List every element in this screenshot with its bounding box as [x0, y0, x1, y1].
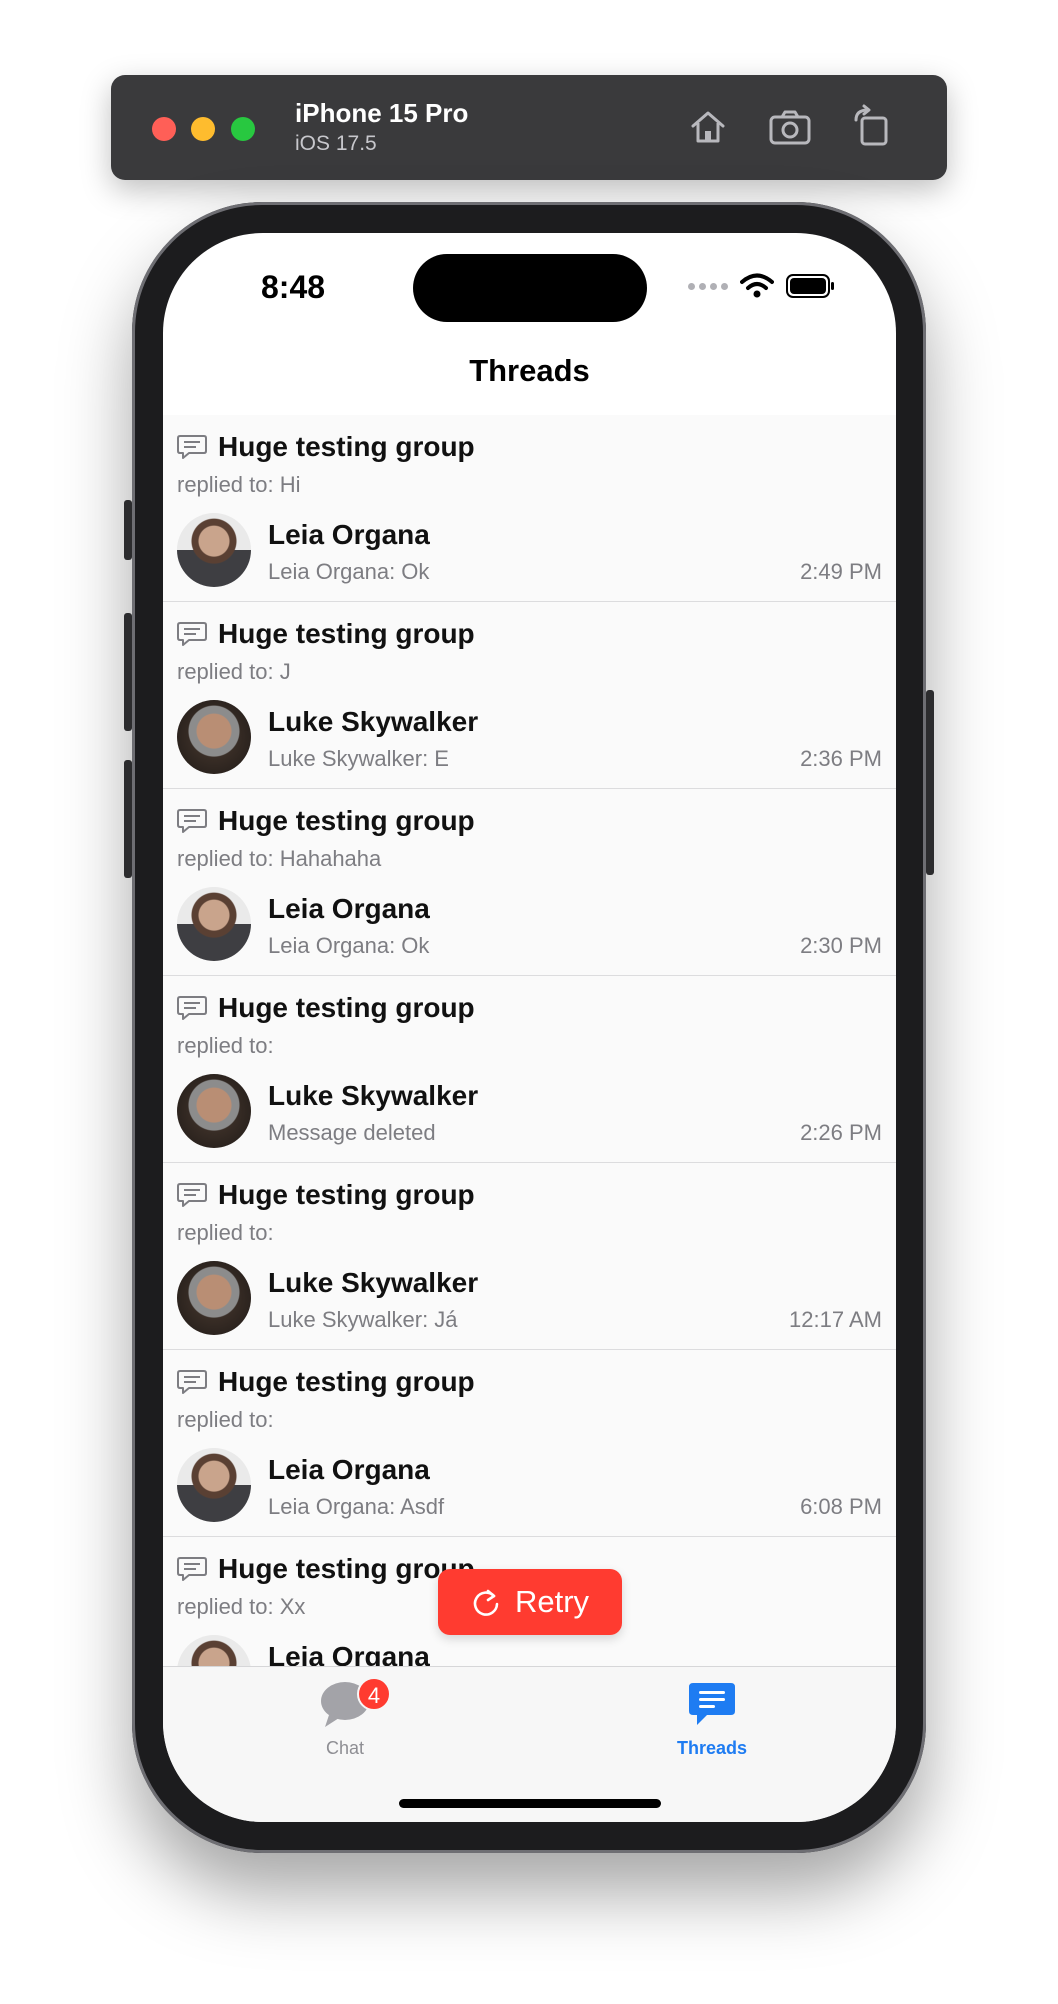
thread-group-name: Huge testing group	[218, 805, 475, 836]
thread-author: Leia Organa	[268, 1454, 430, 1485]
thread-last-message: Luke Skywalker: E	[268, 746, 449, 771]
thread-group-name: Huge testing group	[218, 1366, 475, 1397]
thread-timestamp: 6:08 PM	[800, 1494, 882, 1519]
phone-screen: 8:48 Threads Huge testing group replied t…	[163, 233, 896, 1822]
volume-down-button	[124, 760, 132, 878]
thread-row[interactable]: Huge testing group replied to: Hi Leia Org…	[163, 415, 896, 602]
device-name: iPhone 15 Pro	[295, 98, 469, 128]
thread-icon	[177, 995, 207, 1021]
avatar	[177, 1261, 251, 1335]
thread-group-name: Huge testing group	[218, 431, 475, 462]
thread-icon	[177, 1369, 207, 1395]
thread-list[interactable]: Huge testing group replied to: Hi Leia Org…	[163, 415, 896, 1666]
thread-replied-to: replied to:	[177, 1407, 274, 1432]
thread-last-message: Luke Skywalker: Já	[268, 1307, 458, 1332]
avatar	[177, 513, 251, 587]
thread-icon	[177, 621, 207, 647]
thread-last-message: Message deleted	[268, 1120, 436, 1145]
dynamic-island	[413, 254, 647, 322]
thread-last-message: Leia Organa: Ok	[268, 933, 430, 958]
tab-threads-label: Threads	[676, 1738, 748, 1758]
thread-group-name: Huge testing group	[218, 618, 475, 649]
thread-icon	[177, 434, 207, 460]
tab-threads[interactable]: Threads	[652, 1679, 772, 1759]
thread-author: Leia Organa	[268, 1641, 430, 1666]
volume-up-button	[124, 613, 132, 731]
retry-label: Retry	[514, 1584, 590, 1619]
camera-icon	[769, 110, 811, 145]
home-button[interactable]	[683, 102, 733, 152]
thread-replied-to: replied to:	[177, 1220, 274, 1245]
thread-author: Luke Skywalker	[268, 1080, 479, 1111]
thread-author: Luke Skywalker	[268, 1267, 479, 1298]
thread-row[interactable]: Huge testing group replied to: Luke Skywal…	[163, 1163, 896, 1350]
avatar	[177, 1635, 251, 1666]
thread-author: Leia Organa	[268, 893, 430, 924]
minimize-window-button[interactable]	[191, 117, 215, 141]
wifi-icon	[740, 273, 774, 298]
thread-timestamp: 2:36 PM	[800, 746, 882, 771]
power-button	[926, 690, 934, 875]
thread-icon	[177, 808, 207, 834]
avatar	[177, 887, 251, 961]
thread-timestamp: 2:30 PM	[800, 933, 882, 958]
thread-timestamp: 12:17 AM	[789, 1307, 882, 1332]
zoom-window-button[interactable]	[231, 117, 255, 141]
thread-row[interactable]: Huge testing group replied to: Luke Skywal…	[163, 976, 896, 1163]
thread-author: Leia Organa	[268, 519, 430, 550]
thread-row[interactable]: Huge testing group replied to: J Luke Skyw…	[163, 602, 896, 789]
thread-replied-to: replied to: J	[177, 659, 291, 684]
thread-timestamp: 2:49 PM	[800, 559, 882, 584]
retry-button[interactable]: Retry	[438, 1569, 622, 1635]
refresh-icon	[473, 1589, 499, 1616]
rotate-icon	[854, 104, 888, 146]
home-indicator	[399, 1799, 661, 1808]
thread-last-message: Leia Organa: Ok	[268, 559, 430, 584]
unread-badge: 4	[357, 1677, 391, 1711]
tab-chat-label: Chat	[325, 1738, 365, 1758]
thread-replied-to: replied to:	[177, 1033, 274, 1058]
thread-group-name: Huge testing group	[218, 992, 475, 1023]
thread-replied-to: replied to: Hahahaha	[177, 846, 382, 871]
avatar	[177, 1074, 251, 1148]
threads-icon	[689, 1683, 735, 1725]
thread-group-name: Huge testing group	[218, 1179, 475, 1210]
thread-replied-to: replied to: Xx	[177, 1594, 306, 1619]
page-title: Threads	[469, 353, 590, 388]
thread-row[interactable]: Huge testing group replied to: Hahahaha Le…	[163, 789, 896, 976]
thread-replied-to: replied to: Hi	[177, 472, 301, 497]
screenshot-button[interactable]	[765, 102, 815, 152]
thread-last-message: Leia Organa: Asdf	[268, 1494, 445, 1519]
thread-icon	[177, 1182, 207, 1208]
thread-group-name: Huge testing group	[218, 1553, 475, 1584]
tab-chat[interactable]: 4 Chat	[285, 1677, 405, 1759]
rotate-button[interactable]	[848, 102, 898, 152]
cellular-icon	[688, 282, 728, 290]
avatar	[177, 1448, 251, 1522]
action-button	[124, 500, 132, 560]
os-version: iOS 17.5	[295, 132, 377, 155]
thread-row[interactable]: Huge testing group replied to: Leia Organa…	[163, 1350, 896, 1537]
home-icon	[691, 111, 725, 143]
thread-icon	[177, 1556, 207, 1582]
close-window-button[interactable]	[152, 117, 176, 141]
battery-icon	[786, 274, 834, 298]
status-icons	[688, 271, 836, 301]
status-time: 8:48	[261, 269, 326, 305]
thread-timestamp: 2:26 PM	[800, 1120, 882, 1145]
avatar	[177, 700, 251, 774]
thread-author: Luke Skywalker	[268, 706, 479, 737]
